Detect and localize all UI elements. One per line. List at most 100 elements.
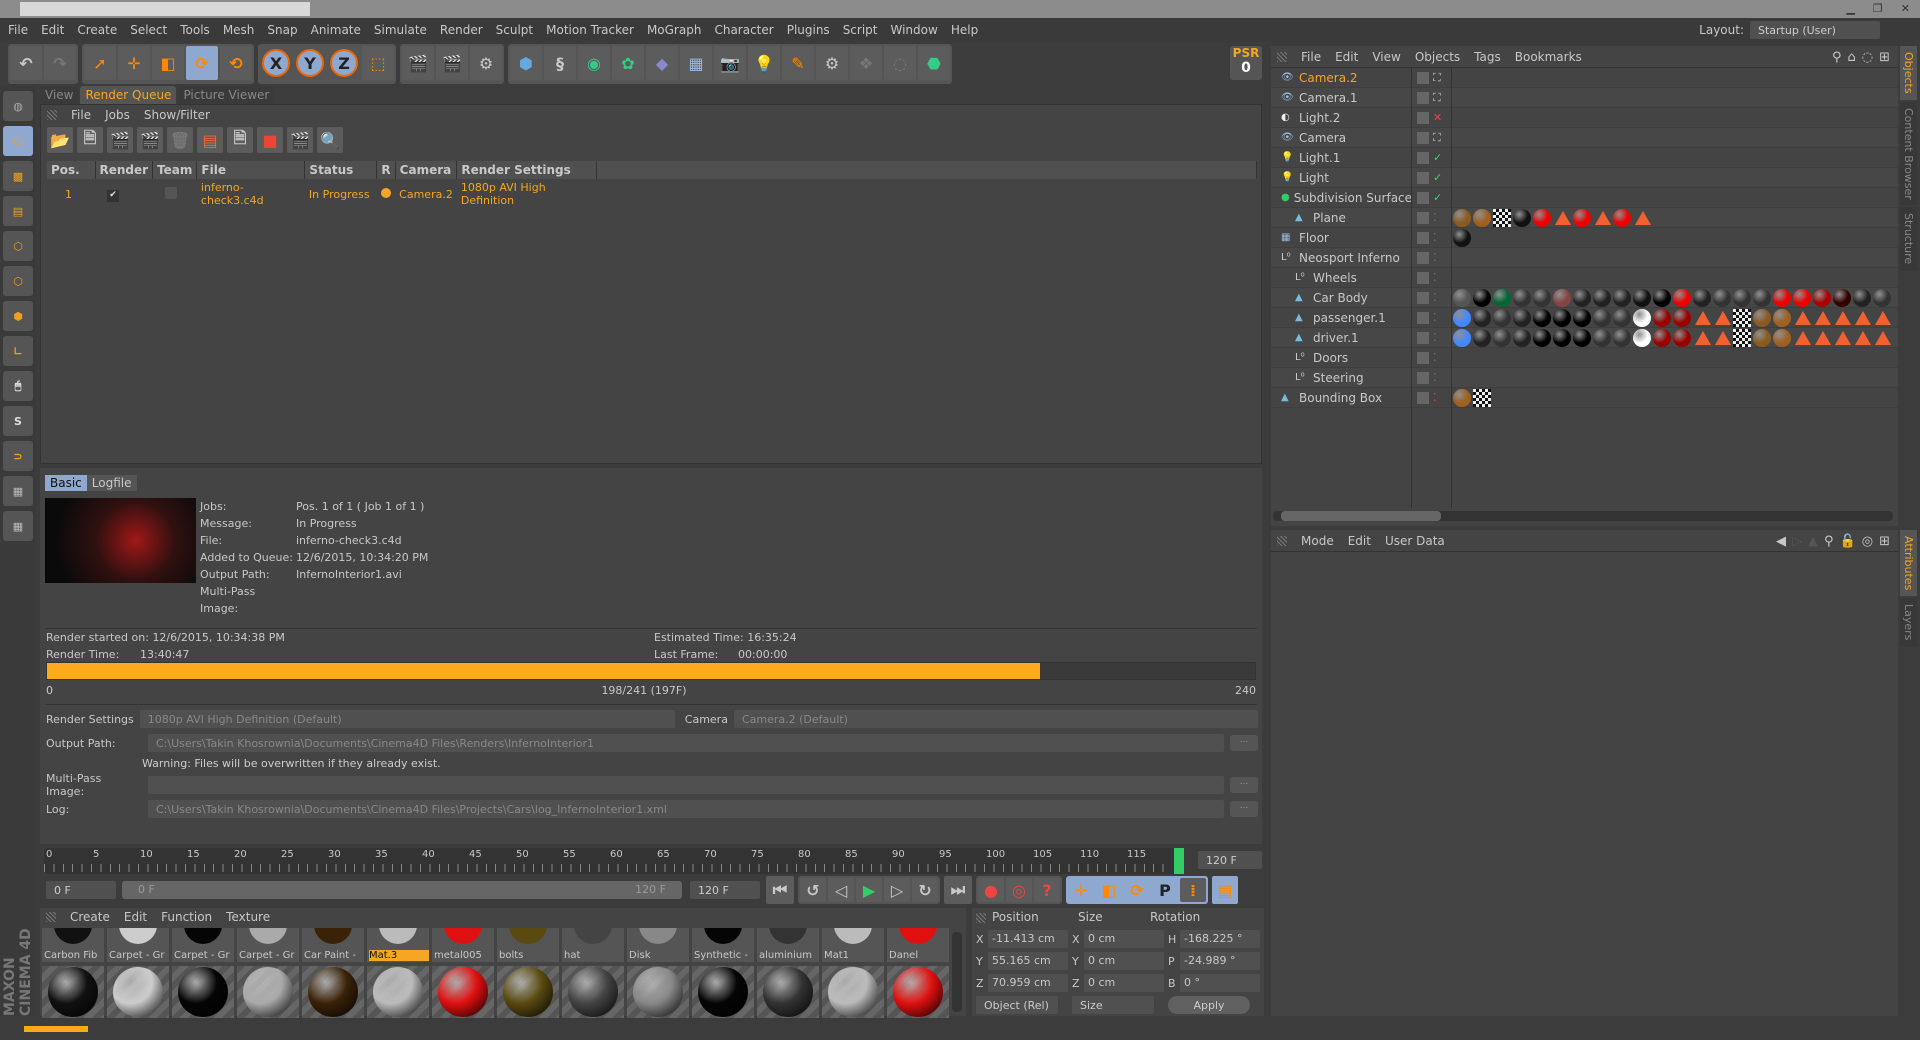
column-r[interactable]: R — [376, 161, 396, 179]
menu-mesh[interactable]: Mesh — [223, 23, 255, 37]
team-checkbox[interactable] — [164, 186, 177, 199]
obj-menu-tags[interactable]: Tags — [1474, 50, 1501, 64]
floor-icon[interactable]: ▦ — [680, 46, 712, 80]
layer-icon[interactable] — [1417, 91, 1429, 104]
side-tab-layers[interactable]: Layers — [1900, 598, 1917, 647]
material-tag-icon[interactable] — [1693, 288, 1711, 307]
column-status[interactable]: Status — [304, 161, 378, 179]
material-swatch-label[interactable]: Disk — [627, 928, 689, 962]
material-menu-function[interactable]: Function — [161, 910, 212, 924]
material-swatch-label[interactable]: Danel — [887, 928, 949, 962]
layer-icon[interactable] — [1417, 271, 1429, 284]
coord-input[interactable]: -24.989 ° — [1180, 952, 1260, 970]
material-tag-icon[interactable] — [1453, 288, 1471, 307]
material-swatch-label[interactable]: Mat.3 — [367, 928, 429, 962]
layout-dropdown[interactable]: Startup (User) — [1750, 21, 1880, 39]
material-preview[interactable] — [497, 966, 559, 1018]
grip-handle[interactable] — [46, 912, 56, 922]
edges-mode-icon[interactable]: ⬡ — [3, 266, 33, 296]
end-frame-field[interactable]: 120 F — [1198, 851, 1262, 869]
select-tool[interactable]: ➚ — [84, 46, 116, 80]
edit-render-settings-button[interactable]: ⚙ — [470, 46, 502, 80]
obj-menu-edit[interactable]: Edit — [1335, 50, 1358, 64]
phong-tag-icon[interactable] — [1715, 310, 1731, 325]
render-picture-viewer-button[interactable]: 🎬 — [436, 46, 468, 80]
material-preview[interactable] — [302, 966, 364, 1018]
material-tag-icon[interactable] — [1813, 288, 1831, 307]
menu-select[interactable]: Select — [130, 23, 167, 37]
visibility-dots-icon[interactable]: ⁚ — [1433, 211, 1437, 224]
side-tab-content-browser[interactable]: Content Browser — [1900, 101, 1917, 206]
material-tag-icon[interactable] — [1673, 328, 1691, 347]
material-tag-icon[interactable] — [1613, 328, 1631, 347]
layer-icon[interactable] — [1417, 331, 1429, 344]
phong-tag-icon[interactable] — [1595, 210, 1611, 225]
material-swatch-label[interactable]: Carbon Fib — [42, 928, 104, 962]
material-tag-icon[interactable] — [1573, 328, 1591, 347]
visibility-dots-icon[interactable]: ⁚ — [1433, 331, 1437, 344]
uvw-tag-icon[interactable] — [1493, 208, 1511, 227]
material-tag-icon[interactable] — [1533, 308, 1551, 327]
coord-input[interactable]: 0 cm — [1084, 952, 1164, 970]
material-tag-icon[interactable] — [1633, 328, 1651, 347]
tweak-icon[interactable]: 🖱 — [3, 371, 33, 401]
obj-menu-objects[interactable]: Objects — [1415, 50, 1460, 64]
coord-input[interactable]: 0 cm — [1084, 930, 1164, 948]
grip-handle[interactable] — [47, 110, 57, 120]
phong-tag-icon[interactable] — [1555, 210, 1571, 225]
coord-mode-dropdown[interactable]: Object (Rel) — [976, 996, 1058, 1014]
object-row[interactable]: 👁 Camera.1 ⛶ — [1271, 88, 1898, 108]
visibility-dots-icon[interactable]: ⁚ — [1433, 231, 1437, 244]
multipass-browse-button[interactable]: ... — [1230, 777, 1258, 793]
model-mode-icon[interactable]: ⬡ — [3, 126, 33, 156]
phong-tag-icon[interactable] — [1695, 330, 1711, 345]
visibility-dots-icon[interactable]: ⁚ — [1433, 371, 1437, 384]
material-tag-icon[interactable] — [1493, 328, 1511, 347]
material-tag-icon[interactable] — [1553, 308, 1571, 327]
grip-handle[interactable] — [976, 913, 986, 923]
python-icon[interactable]: ⬣ — [918, 46, 950, 80]
gear-icon[interactable]: ⚙ — [816, 46, 848, 80]
key-parameter-button[interactable]: P — [1152, 878, 1178, 902]
coord-input[interactable]: 70.959 cm — [988, 974, 1068, 992]
object-row[interactable]: ▲ Bounding Box ⁚ — [1271, 388, 1898, 408]
details-tab-logfile[interactable]: Logfile — [86, 475, 137, 491]
material-tag-icon[interactable] — [1473, 308, 1491, 327]
camera-dropdown[interactable]: Camera.2 (Default) — [733, 710, 1258, 728]
visibility-x-icon[interactable]: ✕ — [1433, 111, 1442, 124]
redo-button[interactable]: ↷ — [44, 46, 76, 80]
material-tag-icon[interactable] — [1473, 208, 1491, 227]
material-preview[interactable] — [367, 966, 429, 1018]
key-pla-button[interactable]: ⁞ — [1180, 878, 1206, 902]
magnet-icon[interactable]: ⊃ — [3, 441, 33, 471]
coord-input[interactable]: -11.413 cm — [988, 930, 1068, 948]
visibility-check-icon[interactable]: ✓ — [1433, 171, 1442, 184]
uvw-tag-icon[interactable] — [1733, 308, 1751, 327]
multipass-input[interactable] — [148, 776, 1224, 794]
delete-all-icon[interactable]: ▤ — [197, 127, 223, 153]
motion-icon[interactable]: ◌ — [884, 46, 916, 80]
material-tag-icon[interactable] — [1533, 288, 1551, 307]
inspect-icon[interactable]: 🔍 — [317, 127, 343, 153]
trash-icon[interactable]: 🗑 — [167, 127, 193, 153]
key-rotation-button[interactable]: ⟳ — [1124, 878, 1150, 902]
material-tag-icon[interactable] — [1453, 308, 1471, 327]
max-frame-field[interactable]: 120 F — [690, 881, 760, 899]
material-preview[interactable] — [627, 966, 689, 1018]
material-tag-icon[interactable] — [1673, 288, 1691, 307]
menu-script[interactable]: Script — [843, 23, 878, 37]
prev-key-button[interactable]: ↺ — [800, 878, 826, 902]
spline-icon[interactable]: § — [544, 46, 576, 80]
psr-indicator[interactable]: PSR 0 — [1230, 46, 1262, 80]
back-arrow-icon[interactable]: ◀ — [1776, 534, 1786, 549]
layer-icon[interactable] — [1417, 391, 1429, 404]
visibility-check-icon[interactable]: ✓ — [1433, 151, 1442, 164]
light-icon[interactable]: 💡 — [748, 46, 780, 80]
material-tag-icon[interactable] — [1773, 308, 1791, 327]
subdivision-icon[interactable]: ◉ — [578, 46, 610, 80]
visibility-target-icon[interactable]: ⛶ — [1433, 91, 1441, 105]
home-icon[interactable]: ⌂ — [1847, 50, 1855, 65]
material-preview[interactable] — [887, 966, 949, 1018]
material-tag-icon[interactable] — [1653, 328, 1671, 347]
material-preview[interactable] — [172, 966, 234, 1018]
